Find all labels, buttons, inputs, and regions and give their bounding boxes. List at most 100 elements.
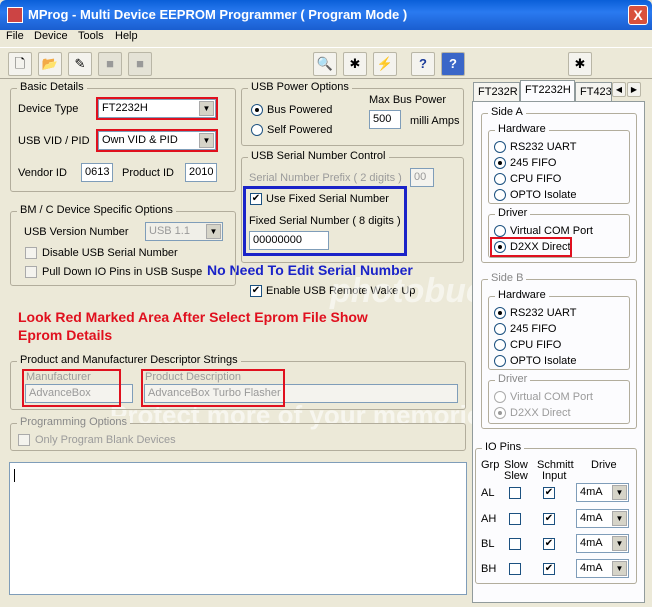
bmc-options-legend: BM / C Device Specific Options <box>17 204 176 216</box>
menu-bar: File Device Tools Help <box>0 30 652 47</box>
side-a-245fifo-radio[interactable] <box>494 157 506 169</box>
serial-prefix-field[interactable]: 00 <box>410 168 434 187</box>
io-row-bh-schmitt-checkbox[interactable]: ✔ <box>543 563 555 575</box>
bus-powered-label: Bus Powered <box>267 104 333 116</box>
side-b-245fifo-radio[interactable] <box>494 323 506 335</box>
serial-prefix-label: Serial Number Prefix ( 2 digits ) <box>249 172 402 184</box>
side-b-d2xx-radio[interactable] <box>494 407 506 419</box>
red-note-annotation-line1: Look Red Marked Area After Select Eprom … <box>18 309 368 325</box>
side-a-rs232-radio[interactable] <box>494 141 506 153</box>
vendor-id-field[interactable]: 0613 <box>81 163 113 182</box>
text-cursor <box>14 469 15 482</box>
io-row-bh-slow-checkbox[interactable] <box>509 563 521 575</box>
help-icon[interactable]: ? <box>411 52 435 76</box>
remote-wake-checkbox[interactable]: ✔ <box>250 285 262 297</box>
side-a-opto-radio[interactable] <box>494 189 506 201</box>
descriptor-legend: Product and Manufacturer Descriptor Stri… <box>17 354 241 366</box>
side-a-cpufifo-radio[interactable] <box>494 173 506 185</box>
side-b-opto-radio[interactable] <box>494 355 506 367</box>
close-button[interactable]: X <box>628 5 648 25</box>
io-row-ah-schmitt-checkbox[interactable]: ✔ <box>543 513 555 525</box>
side-b-opto-label: OPTO Isolate <box>510 355 577 367</box>
tab-scroll-left-icon[interactable]: ◀ <box>612 82 626 97</box>
blue-highlight-serial <box>243 186 407 256</box>
side-b-cpufifo-radio[interactable] <box>494 339 506 351</box>
io-header-drive: Drive <box>591 459 617 471</box>
side-a-hardware-legend: Hardware <box>495 123 549 135</box>
program-icon[interactable]: ✱ <box>343 52 367 76</box>
side-b-vcp-radio[interactable] <box>494 391 506 403</box>
blank-only-checkbox[interactable] <box>18 434 30 446</box>
stop-icon[interactable]: ■ <box>98 52 122 76</box>
menu-help[interactable]: Help <box>115 30 138 42</box>
usb-power-legend: USB Power Options <box>248 81 352 93</box>
red-highlight-d2xx <box>490 237 572 257</box>
self-powered-radio[interactable] <box>251 124 263 136</box>
open-folder-icon[interactable]: 📂 <box>38 52 62 76</box>
io-row-al-schmitt-checkbox[interactable]: ✔ <box>543 487 555 499</box>
io-row-bl-schmitt-checkbox[interactable]: ✔ <box>543 538 555 550</box>
side-a-rs232-label: RS232 UART <box>510 141 577 153</box>
red-highlight-manufacturer <box>22 369 121 407</box>
pull-down-checkbox[interactable] <box>25 266 37 278</box>
bus-powered-radio[interactable] <box>251 104 263 116</box>
tab-ft232r[interactable]: FT232R <box>473 82 520 102</box>
chevron-down-icon: ▼ <box>612 536 627 551</box>
com-port-icon[interactable]: ✱ <box>568 52 592 76</box>
side-b-rs232-radio[interactable] <box>494 307 506 319</box>
io-row-bh-drive-select[interactable]: 4mA ▼ <box>576 559 629 578</box>
side-a-cpufifo-label: CPU FIFO <box>510 173 562 185</box>
side-a-vcp-radio[interactable] <box>494 225 506 237</box>
tab-ft2232h[interactable]: FT2232H <box>520 80 575 102</box>
window-title: MProg - Multi Device EEPROM Programmer (… <box>28 7 408 22</box>
io-header-input: Input <box>542 470 567 482</box>
io-row-al-slow-checkbox[interactable] <box>509 487 521 499</box>
side-b-legend: Side B <box>488 272 527 284</box>
io-row-ah-slow-checkbox[interactable] <box>509 513 521 525</box>
tab-ft423[interactable]: FT423 <box>575 82 612 102</box>
side-b-vcp-label: Virtual COM Port <box>510 391 593 403</box>
disable-serial-checkbox[interactable] <box>25 247 37 259</box>
menu-file[interactable]: File <box>6 30 24 42</box>
max-bus-power-field[interactable]: 500 <box>369 110 401 129</box>
io-row-ah-label: AH <box>481 513 497 525</box>
product-id-label: Product ID <box>122 167 174 179</box>
basic-details-legend: Basic Details <box>17 81 87 93</box>
max-bus-power-label: Max Bus Power <box>369 94 447 106</box>
io-row-ah-drive-select[interactable]: 4mA ▼ <box>576 509 629 528</box>
red-highlight-vidpid <box>96 129 218 152</box>
io-pins-legend: IO Pins <box>482 441 525 453</box>
io-row-al-drive-select[interactable]: 4mA ▼ <box>576 483 629 502</box>
device-type-label: Device Type <box>18 103 79 115</box>
output-text-area[interactable] <box>9 462 467 595</box>
menu-tools[interactable]: Tools <box>78 30 104 42</box>
io-row-bl-drive-value: 4mA <box>580 537 603 549</box>
usb-version-select[interactable]: USB 1.1 ▼ <box>145 222 223 241</box>
self-powered-label: Self Powered <box>267 124 333 136</box>
io-row-bl-drive-select[interactable]: 4mA ▼ <box>576 534 629 553</box>
red-note-annotation-line2: Eprom Details <box>18 327 113 343</box>
tab-scroll-right-icon[interactable]: ▶ <box>627 82 641 97</box>
stop-icon[interactable]: ■ <box>128 52 152 76</box>
io-row-bl-slow-checkbox[interactable] <box>509 538 521 550</box>
edit-icon[interactable]: ✎ <box>68 52 92 76</box>
side-b-hardware-legend: Hardware <box>495 289 549 301</box>
red-highlight-device-type <box>96 97 218 120</box>
new-file-icon[interactable]: 🗋 <box>8 52 32 76</box>
side-b-d2xx-label: D2XX Direct <box>510 407 571 419</box>
menu-device[interactable]: Device <box>34 30 68 42</box>
lightning-icon[interactable]: ⚡ <box>373 52 397 76</box>
info-icon[interactable]: ? <box>441 52 465 76</box>
usb-version-value: USB 1.1 <box>149 225 190 237</box>
side-b-cpufifo-label: CPU FIFO <box>510 339 562 351</box>
red-highlight-product-desc <box>141 369 285 407</box>
chevron-down-icon: ▼ <box>612 485 627 500</box>
side-b-rs232-label: RS232 UART <box>510 307 577 319</box>
side-b-driver-legend: Driver <box>495 373 531 385</box>
usb-version-label: USB Version Number <box>24 226 129 238</box>
side-a-opto-label: OPTO Isolate <box>510 189 577 201</box>
chevron-down-icon: ▼ <box>206 224 221 239</box>
side-a-245fifo-label: 245 FIFO <box>510 157 557 169</box>
search-icon[interactable]: 🔍 <box>313 52 337 76</box>
product-id-field[interactable]: 2010 <box>185 163 217 182</box>
